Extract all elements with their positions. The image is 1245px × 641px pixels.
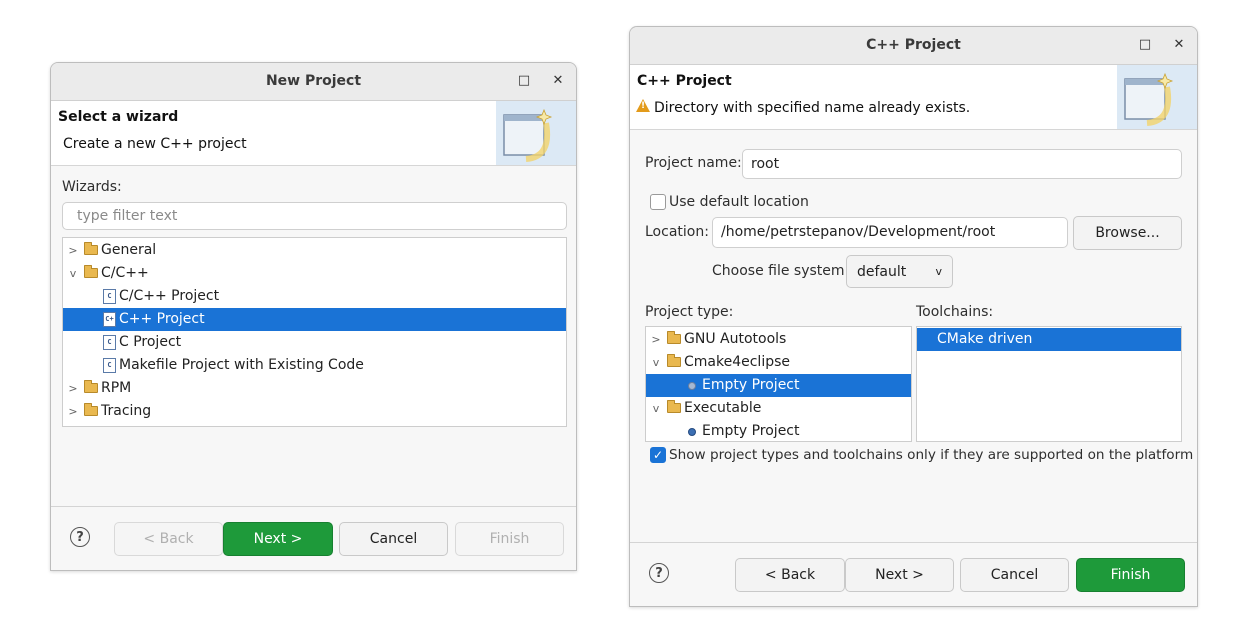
tree-item-label: Executable bbox=[684, 400, 762, 416]
next-button[interactable]: Next > bbox=[223, 522, 333, 556]
use-default-location-checkbox[interactable] bbox=[650, 194, 666, 210]
use-default-location-label[interactable]: Use default location bbox=[669, 194, 809, 210]
tree-item-gnu-autotools[interactable]: > GNU Autotools bbox=[646, 328, 911, 351]
banner-title: C++ Project bbox=[637, 73, 732, 89]
help-icon[interactable]: ? bbox=[649, 563, 669, 583]
tree-item-label: Tracing bbox=[101, 403, 152, 419]
tree-item-label: Cmake4eclipse bbox=[684, 354, 791, 370]
tree-item-tracing[interactable]: > Tracing bbox=[63, 400, 566, 423]
help-icon[interactable]: ? bbox=[70, 527, 90, 547]
chevron-right-icon[interactable]: > bbox=[67, 377, 79, 400]
tree-item-makefile-project[interactable]: C Makefile Project with Existing Code bbox=[63, 354, 566, 377]
tree-item-cpp-folder[interactable]: v C/C++ bbox=[63, 262, 566, 285]
tree-item-empty-project-cmake[interactable]: Empty Project bbox=[646, 374, 911, 397]
tree-item-label: Empty Project bbox=[702, 377, 800, 393]
cpp-file-icon: C+ bbox=[103, 312, 116, 327]
folder-icon bbox=[667, 331, 681, 344]
project-name-label: Project name: bbox=[645, 155, 742, 171]
chevron-down-icon: v bbox=[935, 265, 942, 278]
tree-item-label: General bbox=[101, 242, 157, 258]
chevron-right-icon[interactable]: > bbox=[650, 328, 662, 351]
tree-item-cmake4eclipse[interactable]: v Cmake4eclipse bbox=[646, 351, 911, 374]
finish-button[interactable]: Finish bbox=[455, 522, 564, 556]
folder-open-icon bbox=[667, 354, 681, 367]
location-label: Location: bbox=[645, 224, 709, 240]
tree-item-label: C Project bbox=[119, 334, 182, 350]
chevron-right-icon[interactable]: > bbox=[67, 400, 79, 423]
tree-item-c-cpp-project[interactable]: C C/C++ Project bbox=[63, 285, 566, 308]
wizard-banner: Select a wizard Create a new C++ project bbox=[51, 101, 576, 166]
next-button[interactable]: Next > bbox=[845, 558, 954, 592]
wizards-label: Wizards: bbox=[62, 179, 122, 195]
folder-open-icon bbox=[84, 265, 98, 278]
cancel-button[interactable]: Cancel bbox=[960, 558, 1069, 592]
chevron-down-icon[interactable]: v bbox=[67, 262, 79, 285]
project-type-label: Project type: bbox=[645, 304, 734, 320]
dialog-title: C++ Project bbox=[866, 37, 961, 53]
tree-item-label: C/C++ bbox=[101, 265, 149, 281]
new-project-dialog: New Project □ ✕ Select a wizard Create a… bbox=[50, 62, 577, 571]
tree-item-executable[interactable]: v Executable bbox=[646, 397, 911, 420]
wizard-banner-icon bbox=[496, 101, 576, 165]
makefile-icon: C bbox=[103, 358, 116, 373]
tree-item-rpm[interactable]: > RPM bbox=[63, 377, 566, 400]
show-supported-label[interactable]: Show project types and toolchains only i… bbox=[669, 447, 1193, 463]
tree-item-empty-project-exec[interactable]: Empty Project bbox=[646, 420, 911, 441]
file-system-label: Choose file system: bbox=[712, 263, 850, 279]
banner-subtitle: Create a new C++ project bbox=[63, 136, 247, 152]
wizard-banner: C++ Project ! Directory with specified n… bbox=[630, 65, 1197, 130]
back-button[interactable]: < Back bbox=[735, 558, 845, 592]
folder-icon bbox=[84, 242, 98, 255]
toolchain-item-cmake-driven[interactable]: CMake driven bbox=[917, 328, 1181, 351]
toolchain-label: CMake driven bbox=[937, 331, 1033, 347]
wizards-tree[interactable]: > General v C/C++ C C/C++ Project C+ C++… bbox=[62, 237, 567, 427]
location-input[interactable]: /home/petrstepanov/Development/root bbox=[712, 217, 1068, 248]
chevron-right-icon[interactable]: > bbox=[67, 239, 79, 262]
title-bar[interactable]: C++ Project □ ✕ bbox=[630, 27, 1197, 65]
tree-item-label: RPM bbox=[101, 380, 132, 396]
toolchains-list[interactable]: CMake driven bbox=[916, 326, 1182, 442]
back-button[interactable]: < Back bbox=[114, 522, 223, 556]
close-icon[interactable]: ✕ bbox=[1171, 37, 1187, 53]
project-dot-icon bbox=[688, 428, 696, 436]
c-cpp-file-icon: C bbox=[103, 289, 116, 304]
tree-item-c-project[interactable]: C C Project bbox=[63, 331, 566, 354]
banner-title: Select a wizard bbox=[58, 109, 179, 125]
tree-item-label: C++ Project bbox=[119, 311, 205, 327]
title-bar[interactable]: New Project □ ✕ bbox=[51, 63, 576, 101]
maximize-icon[interactable]: □ bbox=[1137, 37, 1153, 53]
folder-icon bbox=[84, 403, 98, 416]
project-name-input[interactable]: root bbox=[742, 149, 1182, 179]
finish-button[interactable]: Finish bbox=[1076, 558, 1185, 592]
cpp-project-dialog: C++ Project □ ✕ C++ Project ! Directory … bbox=[629, 26, 1198, 607]
tree-item-label: GNU Autotools bbox=[684, 331, 787, 347]
tree-item-cpp-project[interactable]: C+ C++ Project bbox=[63, 308, 566, 331]
tree-item-label: C/C++ Project bbox=[119, 288, 220, 304]
tree-item-general[interactable]: > General bbox=[63, 239, 566, 262]
chevron-down-icon[interactable]: v bbox=[650, 397, 662, 420]
folder-icon bbox=[84, 380, 98, 393]
dialog-title: New Project bbox=[265, 73, 362, 89]
browse-button[interactable]: Browse... bbox=[1073, 216, 1182, 250]
toolchains-label: Toolchains: bbox=[916, 304, 994, 320]
footer-divider bbox=[630, 542, 1197, 543]
warning-icon-mark: ! bbox=[641, 101, 646, 111]
warning-message: Directory with specified name already ex… bbox=[654, 100, 971, 116]
cancel-button[interactable]: Cancel bbox=[339, 522, 448, 556]
c-file-icon: C bbox=[103, 335, 116, 350]
footer-divider bbox=[51, 506, 576, 507]
project-type-tree[interactable]: > GNU Autotools v Cmake4eclipse Empty Pr… bbox=[645, 326, 912, 442]
file-system-select[interactable]: default v bbox=[846, 255, 953, 288]
close-icon[interactable]: ✕ bbox=[550, 73, 566, 89]
show-supported-checkbox[interactable]: ✓ bbox=[650, 447, 666, 463]
project-dot-icon bbox=[688, 382, 696, 390]
folder-open-icon bbox=[667, 400, 681, 413]
tree-item-label: Empty Project bbox=[702, 423, 800, 439]
file-system-value: default bbox=[857, 264, 907, 280]
tree-item-label: Makefile Project with Existing Code bbox=[119, 357, 364, 373]
filter-input[interactable]: type filter text bbox=[62, 202, 567, 230]
maximize-icon[interactable]: □ bbox=[516, 73, 532, 89]
wizard-banner-icon bbox=[1117, 65, 1197, 129]
chevron-down-icon[interactable]: v bbox=[650, 351, 662, 374]
